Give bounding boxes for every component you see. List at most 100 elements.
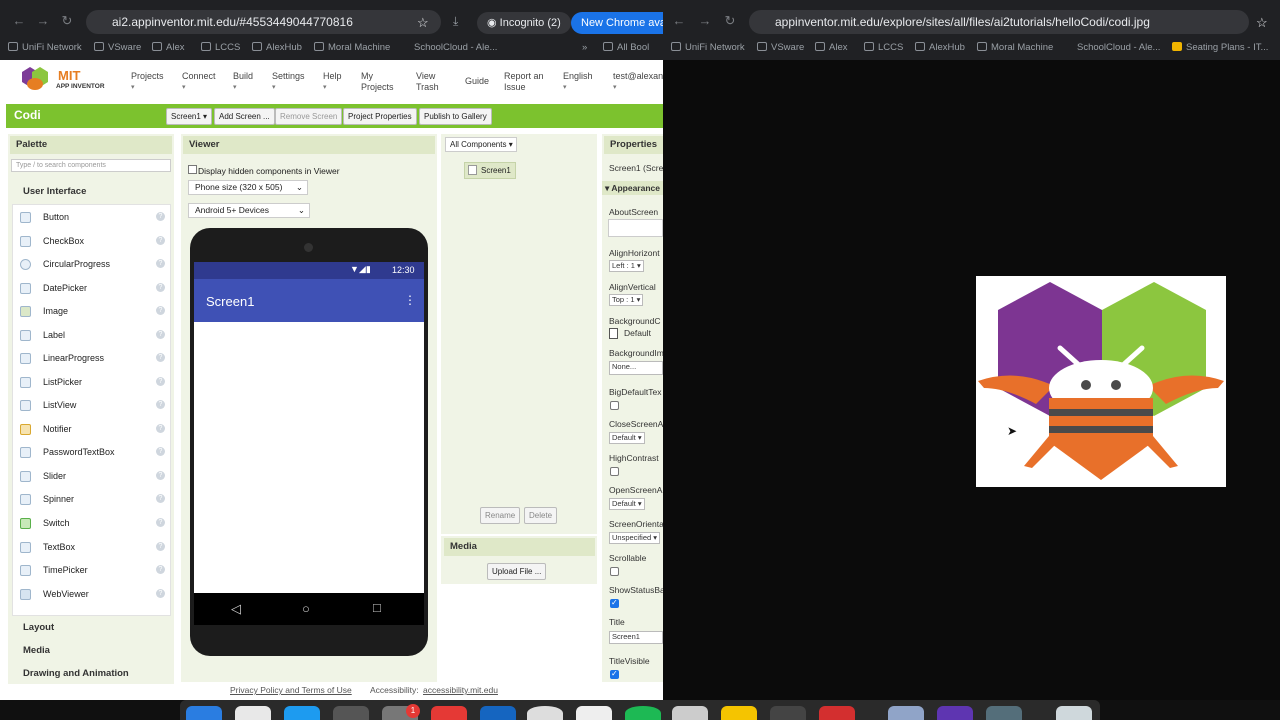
bookmark-7[interactable]: All Bool (603, 42, 649, 53)
project-properties-button[interactable]: Project Properties (343, 108, 417, 125)
palette-item-button[interactable]: Button? (20, 208, 165, 226)
help-icon[interactable]: ? (156, 494, 165, 503)
bookmark-4[interactable]: AlexHub (915, 42, 965, 53)
help-icon[interactable]: ? (156, 377, 165, 386)
bookmark-6[interactable]: SchoolCloud - Ale... (1077, 42, 1160, 53)
palette-item-datepicker[interactable]: DatePicker? (20, 279, 165, 297)
category-drawing-animation[interactable]: Drawing and Animation (23, 668, 129, 679)
bookmark-1[interactable]: VSware (94, 42, 141, 53)
title-visible-checkbox[interactable] (610, 669, 619, 679)
accessibility-link[interactable]: accessibility.mit.edu (423, 685, 498, 695)
palette-item-passwordtextbox[interactable]: PasswordTextBox? (20, 443, 165, 461)
palette-item-spinner[interactable]: Spinner? (20, 490, 165, 508)
palette-item-switch[interactable]: Switch? (20, 514, 165, 532)
bookmark-5[interactable]: Moral Machine (977, 42, 1053, 53)
notes-icon[interactable] (721, 706, 757, 720)
palette-item-textbox[interactable]: TextBox? (20, 538, 165, 556)
terminal-icon[interactable] (333, 706, 369, 720)
download-icon[interactable]: ⤓ (453, 14, 458, 29)
bg-color-value[interactable]: Default (624, 328, 651, 338)
menu-report-issue[interactable]: Report an Issue (504, 71, 548, 93)
finder-icon[interactable] (186, 706, 222, 720)
palette-item-label[interactable]: Label? (20, 326, 165, 344)
palette-item-notifier[interactable]: Notifier? (20, 420, 165, 438)
star-icon[interactable]: ☆ (417, 15, 429, 31)
help-icon[interactable]: ? (156, 518, 165, 527)
incognito-pill[interactable]: ◉ Incognito (2) (477, 12, 571, 34)
bookmark-1[interactable]: VSware (757, 42, 804, 53)
bookmark-2[interactable]: Alex (152, 42, 184, 53)
app-store-icon[interactable] (284, 706, 320, 720)
help-icon[interactable]: ? (156, 212, 165, 221)
palette-search-input[interactable]: Type / to search components (11, 159, 171, 172)
upload-file-button[interactable]: Upload File ... (487, 563, 547, 580)
bookmark-3[interactable]: LCCS (201, 42, 240, 53)
display-hidden-checkbox[interactable] (188, 165, 197, 174)
slack-icon[interactable] (576, 706, 612, 720)
menu-view-trash[interactable]: View Trash (416, 71, 446, 93)
reload-icon[interactable]: ↻ (60, 14, 74, 28)
open-anim-select[interactable]: Default ▾ (609, 498, 645, 510)
help-icon[interactable]: ? (156, 565, 165, 574)
menu-my-projects[interactable]: My Projects (361, 71, 399, 93)
chrome-update-pill[interactable]: New Chrome availa (571, 12, 663, 34)
bg-image-select[interactable]: None... (609, 361, 663, 375)
left-address-bar[interactable]: ai2.appinventor.mit.edu/#455344904477081… (86, 10, 441, 34)
show-status-checkbox[interactable] (610, 598, 619, 608)
palette-item-listpicker[interactable]: ListPicker? (20, 373, 165, 391)
help-icon[interactable]: ? (156, 447, 165, 456)
launchpad-icon[interactable] (235, 706, 271, 720)
mail-icon[interactable] (480, 706, 516, 720)
forward-icon[interactable]: → (36, 14, 50, 28)
palette-item-image[interactable]: Image? (20, 302, 165, 320)
help-icon[interactable]: ? (156, 424, 165, 433)
palette-item-listview[interactable]: ListView? (20, 396, 165, 414)
clock-icon[interactable] (527, 706, 563, 720)
pdf-icon[interactable] (819, 706, 855, 720)
help-icon[interactable]: ? (156, 306, 165, 315)
menu-language[interactable]: English ▾ (563, 71, 593, 93)
mit-logo[interactable] (20, 66, 56, 94)
right-address-bar[interactable]: appinventor.mit.edu/explore/sites/all/fi… (749, 10, 1249, 34)
category-user-interface[interactable]: User Interface (23, 186, 86, 197)
rename-button[interactable]: Rename (480, 507, 521, 524)
menu-account[interactable]: test@alexan ▾ (613, 71, 663, 93)
menu-guide[interactable]: Guide (465, 76, 489, 87)
help-icon[interactable]: ? (156, 542, 165, 551)
close-anim-select[interactable]: Default ▾ (609, 432, 645, 444)
palette-item-linearprogress[interactable]: LinearProgress? (20, 349, 165, 367)
about-screen-input[interactable] (608, 219, 663, 237)
palette-item-timepicker[interactable]: TimePicker? (20, 561, 165, 579)
menu-connect[interactable]: Connect ▾ (182, 71, 216, 93)
bookmark-0[interactable]: UniFi Network (671, 42, 745, 53)
help-icon[interactable]: ? (156, 283, 165, 292)
big-text-checkbox[interactable] (610, 401, 619, 410)
menu-build[interactable]: Build ▾ (233, 71, 253, 93)
phone-screen-canvas[interactable] (194, 322, 424, 593)
palette-item-checkbox[interactable]: CheckBox? (20, 232, 165, 250)
help-icon[interactable]: ? (156, 330, 165, 339)
forward-icon[interactable]: → (698, 14, 712, 28)
palette-item-slider[interactable]: Slider? (20, 467, 165, 485)
category-media[interactable]: Media (23, 645, 50, 656)
align-h-select[interactable]: Left : 1 ▾ (609, 260, 644, 272)
bookmark-4[interactable]: AlexHub (252, 42, 302, 53)
screen-select[interactable]: Screen1 ▾ (166, 108, 213, 125)
high-contrast-checkbox[interactable] (610, 467, 619, 476)
back-icon[interactable]: ← (672, 14, 686, 28)
orientation-select[interactable]: Unspecified ▾ (609, 532, 661, 544)
bookmark-5[interactable]: Moral Machine (314, 42, 390, 53)
back-icon[interactable]: ← (12, 14, 26, 28)
scrollable-checkbox[interactable] (610, 567, 619, 576)
help-icon[interactable]: ? (156, 259, 165, 268)
text-editor-icon[interactable] (770, 706, 806, 720)
help-icon[interactable]: ? (156, 353, 165, 362)
spotify-icon[interactable] (625, 706, 661, 720)
align-v-select[interactable]: Top : 1 ▾ (609, 294, 644, 306)
help-icon[interactable]: ? (156, 471, 165, 480)
help-icon[interactable]: ? (156, 236, 165, 245)
chrome-icon[interactable] (431, 706, 467, 720)
title-input[interactable]: Screen1 (609, 631, 663, 644)
privacy-link[interactable]: Privacy Policy and Terms of Use (230, 685, 352, 695)
phone-size-select[interactable]: Phone size (320 x 505) ⌄ (188, 180, 308, 195)
